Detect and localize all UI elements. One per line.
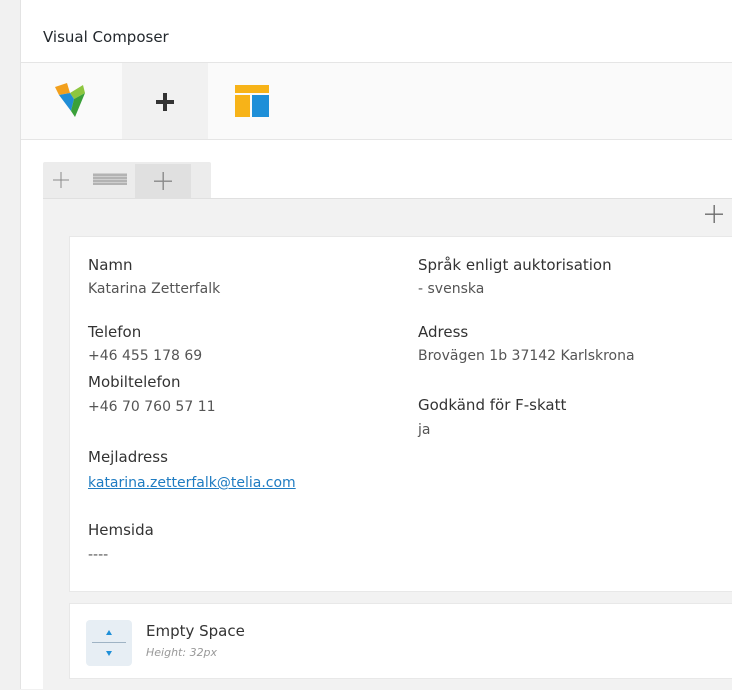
mobile-value: +46 70 760 57 11 <box>88 399 216 415</box>
row-layout-button[interactable] <box>93 173 127 185</box>
move-icon <box>53 172 69 188</box>
column-add-button[interactable] <box>703 203 732 227</box>
ftax-label: Godkänd för F-skatt <box>418 396 567 414</box>
plus-icon <box>154 172 172 190</box>
plus-icon <box>705 205 723 223</box>
vc-logo-icon <box>55 83 85 117</box>
row-move-handle[interactable] <box>51 170 71 190</box>
visual-composer-panel: Visual Composer Namn Katarina Zetterfalk… <box>20 0 732 690</box>
empty-space-element[interactable]: Empty Space Height: 32px <box>69 603 732 679</box>
templates-icon <box>235 85 269 117</box>
row-container: Namn Katarina Zetterfalk Telefon +46 455… <box>43 198 732 690</box>
text-block-element[interactable]: Namn Katarina Zetterfalk Telefon +46 455… <box>69 236 732 592</box>
email-link[interactable]: katarina.zetterfalk@telia.com <box>88 475 296 491</box>
row-add-button[interactable] <box>135 164 191 198</box>
plus-icon <box>156 93 174 111</box>
name-value: Katarina Zetterfalk <box>88 281 221 297</box>
address-label: Adress <box>418 323 469 341</box>
phone-label: Telefon <box>88 323 142 341</box>
empty-space-title: Empty Space <box>146 622 245 640</box>
ftax-value: ja <box>418 422 431 438</box>
vc-logo-button[interactable] <box>43 63 109 139</box>
phone-value: +46 455 178 69 <box>88 348 203 364</box>
language-label: Språk enligt auktorisation <box>418 256 612 274</box>
panel-header: Visual Composer <box>21 0 732 63</box>
address-value: Brovägen 1b 37142 Karlskrona <box>418 348 635 364</box>
row-controls <box>43 162 211 198</box>
empty-space-icon <box>86 620 132 666</box>
email-label: Mejladress <box>88 448 168 466</box>
website-value: ---- <box>88 547 109 563</box>
language-value: - svenska <box>418 281 485 297</box>
templates-button[interactable] <box>211 63 277 139</box>
composer-workarea: Namn Katarina Zetterfalk Telefon +46 455… <box>21 140 732 690</box>
composer-toolbar <box>21 63 732 140</box>
website-label: Hemsida <box>88 521 154 539</box>
empty-space-height: Height: 32px <box>146 646 218 659</box>
name-label: Namn <box>88 256 133 274</box>
panel-title: Visual Composer <box>43 28 169 46</box>
mobile-label: Mobiltelefon <box>88 373 181 391</box>
add-element-button[interactable] <box>122 63 208 139</box>
